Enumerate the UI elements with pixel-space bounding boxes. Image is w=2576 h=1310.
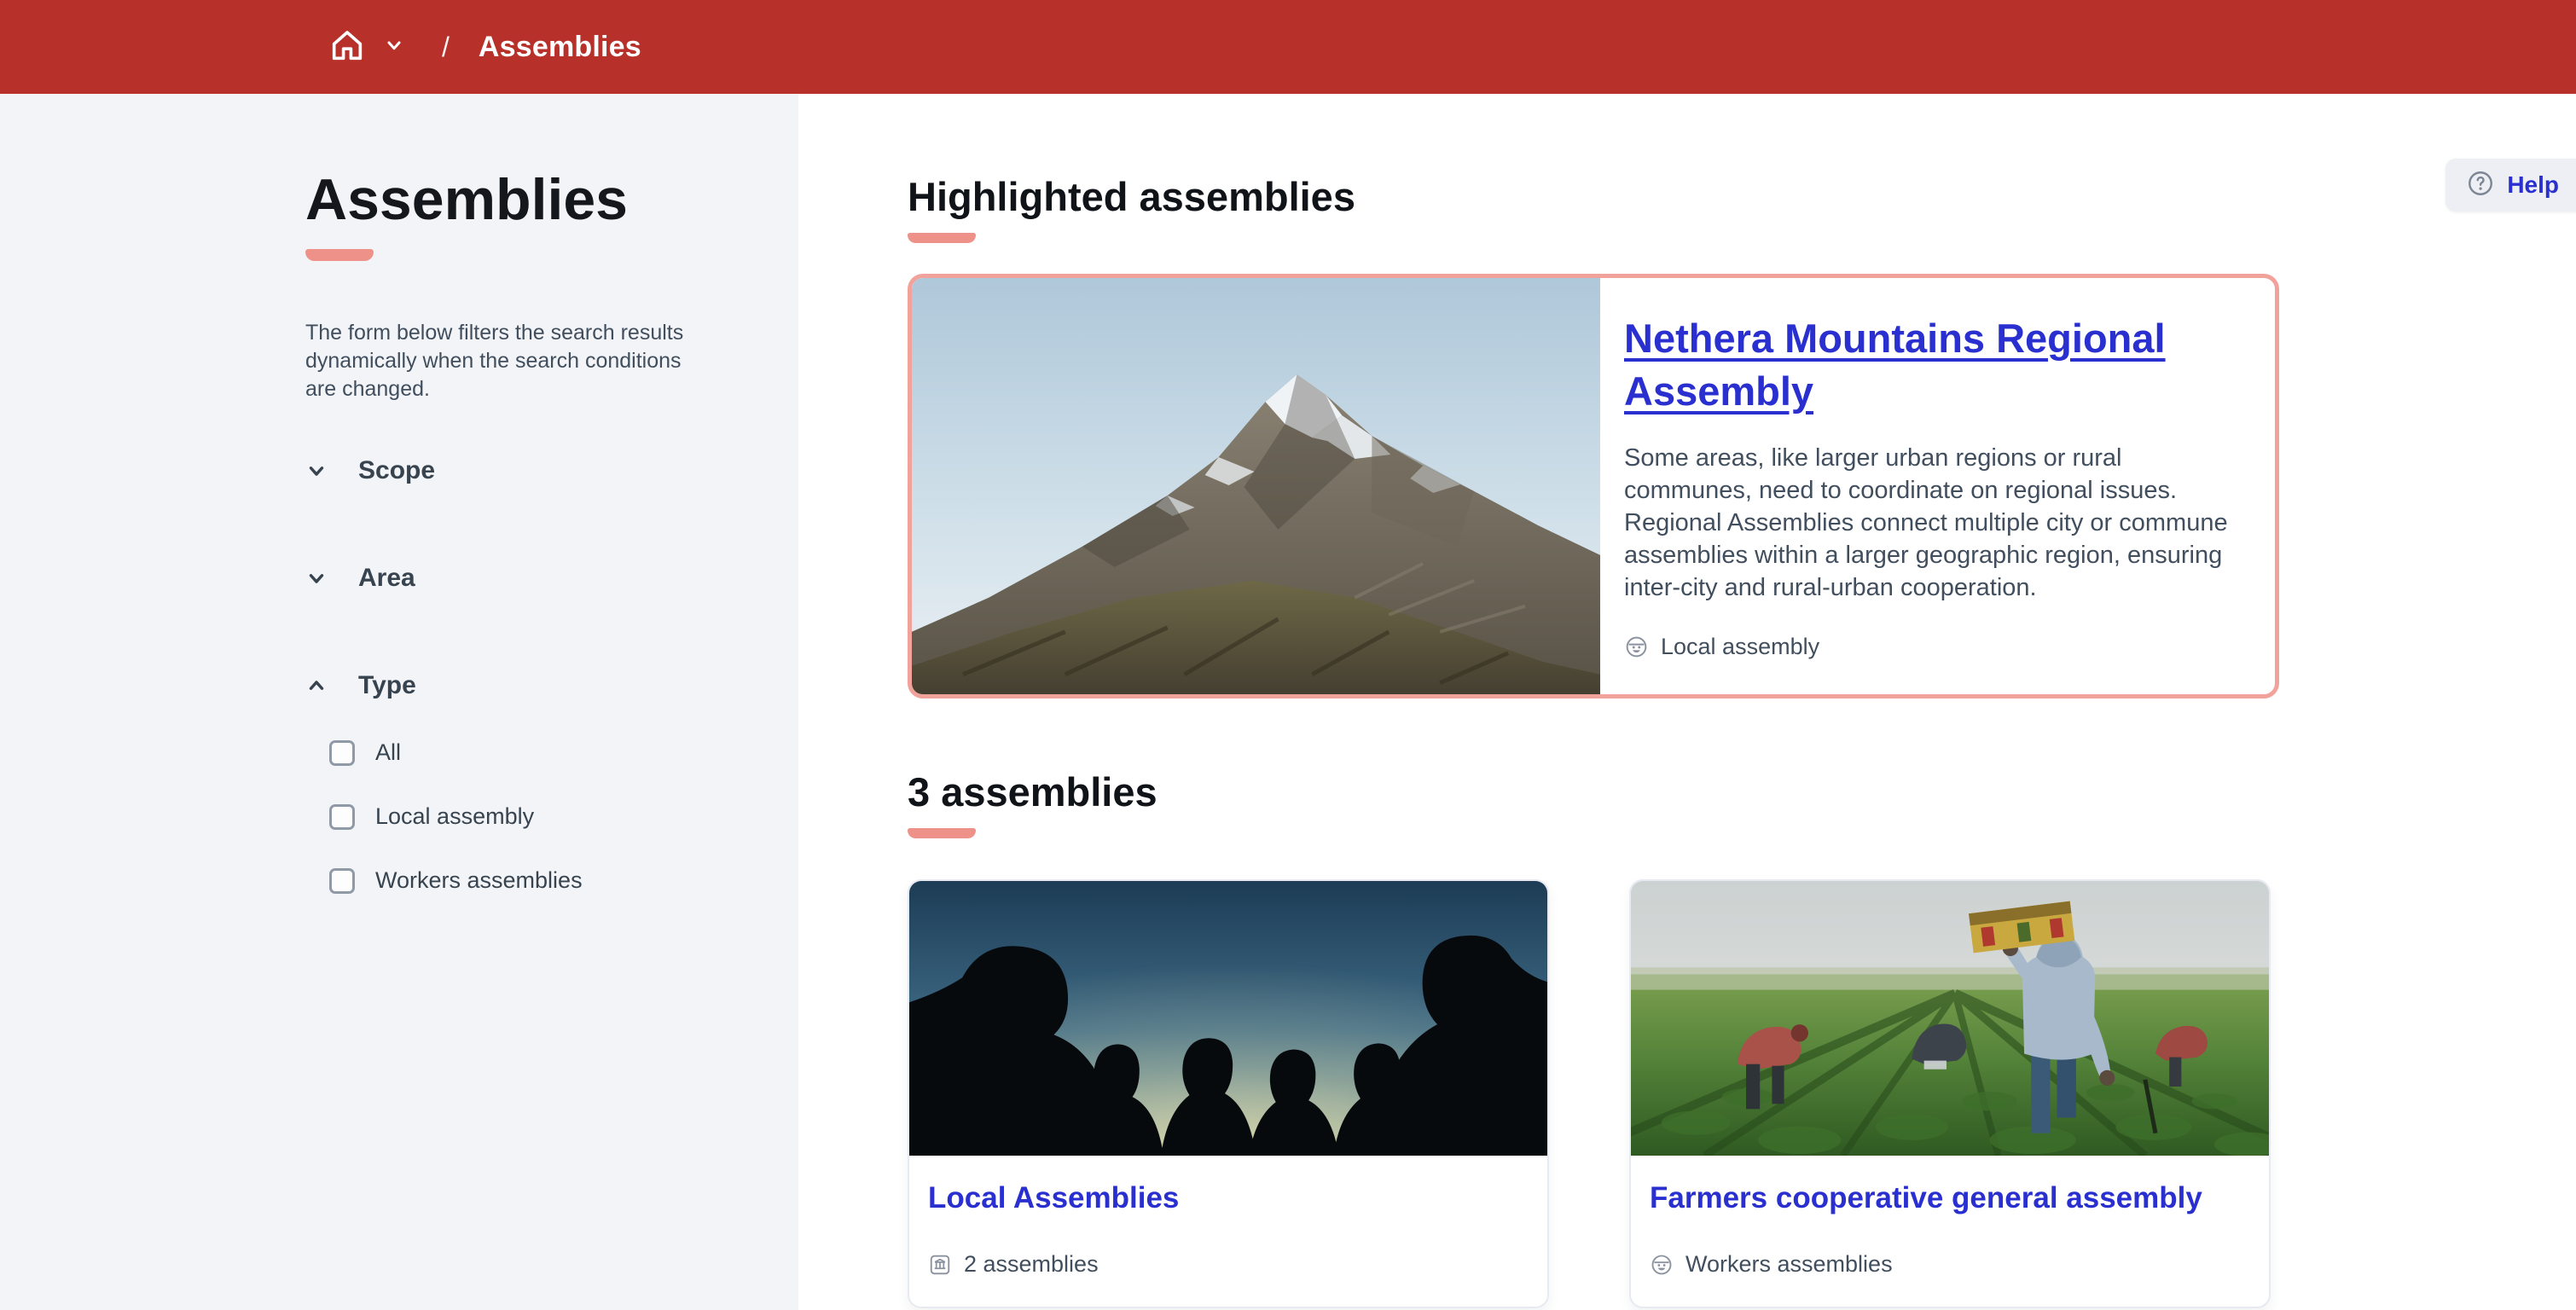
bank-icon: [928, 1253, 952, 1277]
highlighted-assembly-type-label: Local assembly: [1661, 634, 1819, 660]
assemblies-card-grid: Local Assemblies 2 assemblies: [908, 879, 2576, 1308]
assembly-card-meta-label: 2 assemblies: [964, 1251, 1099, 1278]
filter-toggle-area[interactable]: Area: [305, 564, 696, 593]
highlighted-assembly-card[interactable]: Nethera Mountains Regional Assembly Some…: [908, 274, 2279, 698]
type-option-all[interactable]: All: [329, 739, 696, 766]
home-icon[interactable]: [328, 26, 367, 69]
breadcrumb-dropdown-toggle[interactable]: [384, 35, 404, 60]
filter-toggle-type[interactable]: Type: [305, 671, 696, 700]
filter-section-area: Area: [305, 564, 696, 593]
type-option-workers-assemblies-label: Workers assemblies: [375, 867, 583, 894]
type-option-workers-assemblies[interactable]: Workers assemblies: [329, 867, 696, 894]
assembly-card-local-assemblies[interactable]: Local Assemblies 2 assemblies: [908, 879, 1549, 1308]
checkbox-workers-assemblies[interactable]: [329, 868, 355, 894]
highlighted-assemblies-heading: Highlighted assemblies: [908, 175, 2576, 219]
question-circle-icon: [2466, 169, 2495, 202]
filters-sidebar: Assemblies The form below filters the se…: [0, 94, 798, 1310]
chevron-up-icon: [305, 675, 328, 697]
type-option-local-assembly[interactable]: Local assembly: [329, 803, 696, 830]
home-link[interactable]: [328, 26, 367, 69]
topbar: / Assemblies: [0, 0, 2576, 94]
chevron-down-icon: [305, 567, 328, 589]
card-body: Local Assemblies 2 assemblies: [909, 1156, 1547, 1307]
highlighted-assembly-type: Local assembly: [1624, 634, 2249, 660]
assembly-card-meta: Workers assemblies: [1650, 1251, 2245, 1278]
breadcrumb-current-assemblies[interactable]: Assemblies: [479, 31, 641, 64]
assembly-card-title-link[interactable]: Local Assemblies: [928, 1181, 1179, 1214]
assembly-card-farmers-cooperative[interactable]: Farmers cooperative general assembly: [1629, 879, 2271, 1308]
help-button-label: Help: [2507, 171, 2559, 199]
assembly-card-meta: 2 assemblies: [928, 1251, 1523, 1278]
globe-icon: [1624, 635, 1649, 659]
title-accent-bar: [305, 249, 374, 261]
type-filter-options: All Local assembly Workers assemblies: [305, 739, 696, 894]
globe-icon: [1650, 1253, 1674, 1277]
mountain-photo[interactable]: [912, 278, 1600, 694]
filter-toggle-scope[interactable]: Scope: [305, 456, 696, 485]
filter-section-scope: Scope: [305, 456, 696, 485]
filters-form: Scope Area: [305, 456, 696, 894]
filter-label-scope: Scope: [358, 456, 435, 485]
highlighted-card-body: Nethera Mountains Regional Assembly Some…: [1600, 278, 2275, 694]
main-content: Help Highlighted assemblies: [798, 94, 2576, 1310]
checkbox-all[interactable]: [329, 740, 355, 766]
type-option-all-label: All: [375, 739, 401, 766]
assembly-card-meta-label: Workers assemblies: [1685, 1251, 1893, 1278]
type-option-local-assembly-label: Local assembly: [375, 803, 534, 830]
page-title: Assemblies: [305, 169, 696, 230]
assembly-card-title-link[interactable]: Farmers cooperative general assembly: [1650, 1181, 2202, 1214]
checkbox-local-assembly[interactable]: [329, 804, 355, 830]
highlighted-assembly-description: Some areas, like larger urban regions or…: [1624, 442, 2249, 604]
results-section: 3 assemblies: [908, 770, 2576, 838]
people-silhouettes-photo[interactable]: [909, 881, 1547, 1156]
filter-label-area: Area: [358, 564, 415, 593]
filters-description: The form below filters the search result…: [305, 319, 691, 403]
breadcrumb-separator: /: [442, 32, 450, 63]
filter-label-type: Type: [358, 671, 416, 700]
assemblies-page: / Assemblies Assemblies The form below f…: [0, 0, 2576, 1310]
heading-accent-bar: [908, 828, 976, 838]
highlighted-assembly-title-link[interactable]: Nethera Mountains Regional Assembly: [1624, 312, 2249, 418]
help-button[interactable]: Help: [2445, 159, 2576, 212]
card-body: Farmers cooperative general assembly: [1631, 1156, 2269, 1307]
chevron-down-icon: [384, 35, 404, 60]
results-count-heading: 3 assemblies: [908, 770, 2576, 814]
filter-section-type: Type All Local assembly Workers assembli…: [305, 671, 696, 894]
chevron-down-icon: [305, 460, 328, 482]
farm-workers-photo[interactable]: [1631, 881, 2269, 1156]
heading-accent-bar: [908, 233, 976, 243]
